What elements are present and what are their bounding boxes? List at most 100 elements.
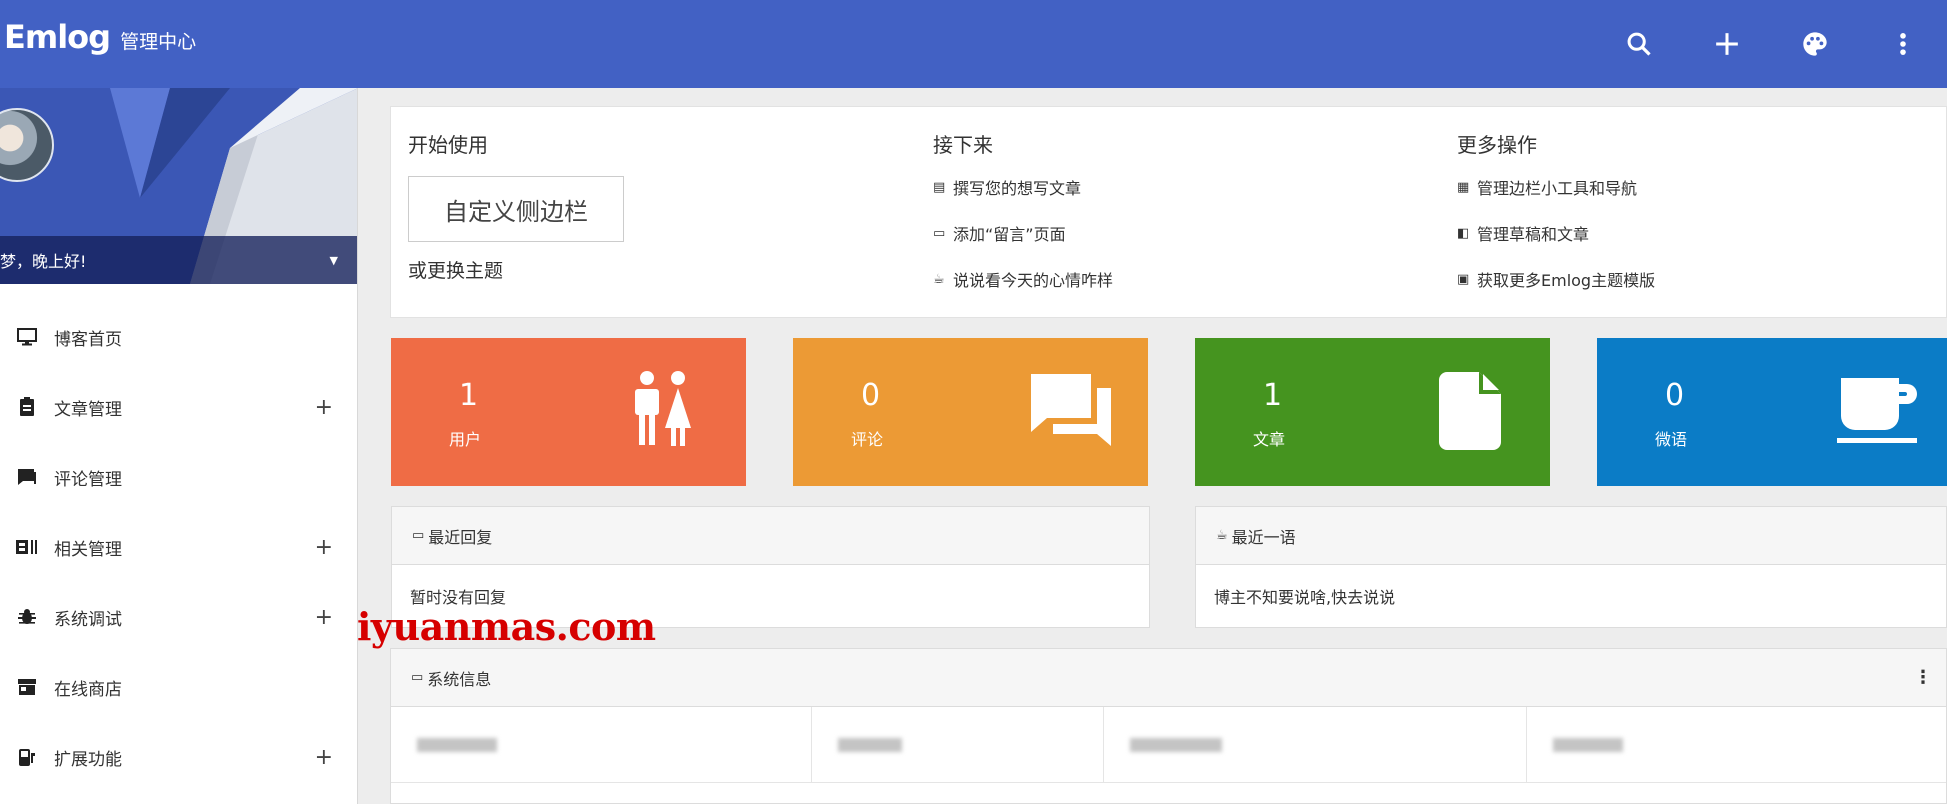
- sidebar-item-label: 评论管理: [54, 469, 122, 490]
- change-theme-link[interactable]: 或更换主题: [408, 256, 624, 283]
- sidebar-item-label: 文章管理: [54, 399, 122, 420]
- manage-drafts-link[interactable]: ◧ 管理草稿和文章: [1457, 210, 1655, 256]
- link-text: 获取更多Emlog主题模版: [1477, 271, 1656, 290]
- drafts-icon: ◧: [1457, 225, 1470, 241]
- profile-header: 梦，晚上好! ▼: [0, 88, 357, 284]
- extension-icon: [0, 747, 54, 767]
- link-text: 管理边栏小工具和导航: [1477, 179, 1638, 198]
- palette-icon[interactable]: [1771, 0, 1859, 88]
- panel-header: ☕ 最近一语: [1196, 507, 1946, 565]
- stat-label: 微语: [1655, 430, 1688, 449]
- panel-header: ▭ 最近回复: [392, 507, 1149, 565]
- table-cell: [1104, 707, 1527, 782]
- clipboard-icon: [0, 397, 54, 417]
- write-article-link[interactable]: ▤ 撰写您的想写文章: [933, 164, 1113, 210]
- sidebar: 梦，晚上好! ▼ 博客首页 文章管理 + 评论管理 相关管理 + 系统调试 +: [0, 88, 358, 804]
- bug-icon: [0, 608, 54, 626]
- stat-value: 0: [861, 378, 881, 413]
- store-icon: ▣: [1457, 271, 1470, 287]
- system-info-panel: ▭ 系统信息 ⋮: [390, 648, 1947, 804]
- sidebar-item-label: 博客首页: [54, 329, 122, 350]
- brand[interactable]: Emlog 管理中心: [4, 18, 196, 56]
- table-cell: [1527, 707, 1946, 782]
- watermark-text: iyuanmas.com: [357, 604, 656, 649]
- comment-outline-icon: ▭: [412, 528, 425, 543]
- greeting-text: 梦，晚上好!: [0, 252, 87, 271]
- post-twitter-link[interactable]: ☕ 说说看今天的心情咋样: [933, 256, 1113, 302]
- sidebar-item-comments[interactable]: 评论管理: [0, 442, 357, 512]
- stat-tile-comments[interactable]: 0 评论: [793, 338, 1148, 486]
- brand-logo[interactable]: Emlog: [4, 18, 111, 56]
- users-icon: [635, 371, 691, 446]
- sidebar-menu: 博客首页 文章管理 + 评论管理 相关管理 + 系统调试 + 在线商店 扩展功能: [0, 284, 357, 792]
- sidebar-item-extensions[interactable]: 扩展功能 +: [0, 722, 357, 792]
- monitor-icon: [0, 328, 54, 346]
- sidebar-item-store[interactable]: 在线商店: [0, 652, 357, 722]
- redacted-value: [1130, 737, 1223, 752]
- panel-title: 系统信息: [427, 669, 492, 689]
- add-guestbook-link[interactable]: ▭ 添加“留言”页面: [933, 210, 1113, 256]
- file-icon: [1439, 372, 1501, 450]
- recent-twitter-panel: ☕ 最近一语 博主不知要说啥,快去说说: [1195, 506, 1947, 628]
- redacted-value: [838, 737, 903, 752]
- panel-body: 博主不知要说啥,快去说说: [1214, 588, 1396, 607]
- stat-tile-twitter[interactable]: 0 微语: [1597, 338, 1947, 486]
- customize-sidebar-button[interactable]: 自定义侧边栏: [408, 176, 624, 242]
- redacted-value: [417, 737, 497, 752]
- panel-title: 最近一语: [1231, 527, 1296, 547]
- sidebar-item-label: 在线商店: [54, 679, 122, 700]
- col-title: 更多操作: [1457, 133, 1537, 157]
- link-text: 说说看今天的心情咋样: [953, 271, 1114, 290]
- sidebar-item-label: 相关管理: [54, 539, 122, 560]
- more-vert-icon[interactable]: ⋮: [1914, 667, 1932, 688]
- table-cell: [812, 707, 1105, 782]
- getting-started-card: 开始使用 自定义侧边栏 或更换主题 接下来 ▤ 撰写您的想写文章 ▭ 添加“留言”页…: [390, 106, 1947, 318]
- store-icon: [0, 679, 54, 695]
- manage-widgets-link[interactable]: ▦ 管理边栏小工具和导航: [1457, 164, 1655, 210]
- comment-icon: [0, 468, 54, 486]
- col-next-steps: 接下来 ▤ 撰写您的想写文章 ▭ 添加“留言”页面 ☕ 说说看今天的心情咋样: [933, 129, 1113, 302]
- grid-icon: ▦: [1457, 179, 1470, 195]
- col-title: 开始使用: [408, 133, 488, 157]
- stat-label: 用户: [449, 430, 482, 449]
- sidebar-item-label: 系统调试: [54, 609, 122, 630]
- panel-header: ▭ 系统信息 ⋮: [391, 649, 1946, 707]
- cup-icon: [1837, 378, 1917, 443]
- caret-down-icon[interactable]: ▼: [330, 254, 338, 267]
- expand-plus-icon[interactable]: +: [315, 535, 333, 560]
- sidebar-item-blog-home[interactable]: 博客首页: [0, 302, 357, 372]
- stat-tile-users[interactable]: 1 用户: [391, 338, 746, 486]
- cup-icon: ☕: [933, 271, 945, 287]
- plus-icon[interactable]: [1683, 0, 1771, 88]
- sidebar-item-related[interactable]: 相关管理 +: [0, 512, 357, 582]
- monitor-icon: ▭: [411, 670, 424, 685]
- link-text: 管理草稿和文章: [1477, 225, 1590, 244]
- page-icon: ▭: [933, 225, 946, 241]
- sidebar-item-articles[interactable]: 文章管理 +: [0, 372, 357, 442]
- sidebar-item-debug[interactable]: 系统调试 +: [0, 582, 357, 652]
- main-content: 开始使用 自定义侧边栏 或更换主题 接下来 ▤ 撰写您的想写文章 ▭ 添加“留言”页…: [390, 88, 1947, 804]
- user-greeting-bar[interactable]: 梦，晚上好! ▼: [0, 236, 357, 284]
- col-title: 接下来: [933, 133, 993, 157]
- expand-plus-icon[interactable]: +: [315, 745, 333, 770]
- get-themes-link[interactable]: ▣ 获取更多Emlog主题模版: [1457, 256, 1655, 302]
- redacted-value: [1552, 737, 1623, 752]
- next-steps-list: ▤ 撰写您的想写文章 ▭ 添加“留言”页面 ☕ 说说看今天的心情咋样: [933, 164, 1113, 302]
- more-vert-icon[interactable]: [1859, 0, 1947, 88]
- cup-icon: ☕: [1216, 528, 1228, 543]
- search-icon[interactable]: [1595, 0, 1683, 88]
- table-cell: [391, 707, 813, 782]
- link-text: 撰写您的想写文章: [953, 179, 1082, 198]
- top-app-bar: Emlog 管理中心: [0, 0, 1947, 88]
- stat-value: 1: [459, 378, 479, 413]
- stat-value: 1: [1263, 378, 1283, 413]
- stat-tile-articles[interactable]: 1 文章: [1195, 338, 1550, 486]
- edit-icon: ▤: [933, 179, 946, 195]
- sidebar-item-label: 扩展功能: [54, 749, 122, 770]
- expand-plus-icon[interactable]: +: [315, 395, 333, 420]
- dashboard-icon: [0, 539, 54, 555]
- top-actions: [1595, 0, 1947, 88]
- chat-icon: [1031, 374, 1111, 446]
- more-actions-list: ▦ 管理边栏小工具和导航 ◧ 管理草稿和文章 ▣ 获取更多Emlog主题模版: [1457, 164, 1655, 302]
- expand-plus-icon[interactable]: +: [315, 605, 333, 630]
